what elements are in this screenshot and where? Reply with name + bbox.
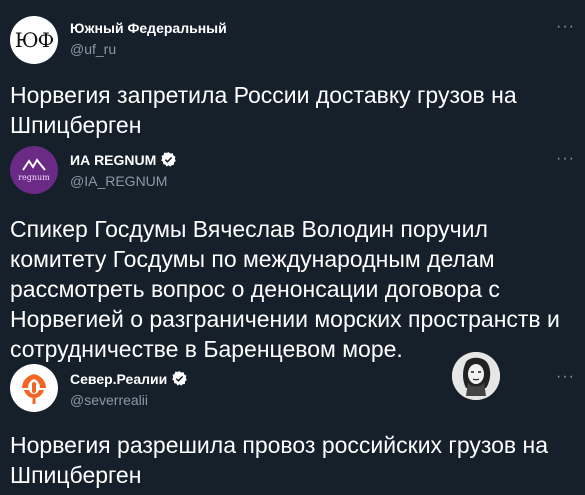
author-handle[interactable]: @IA_REGNUM (70, 173, 167, 189)
tweet-text: Спикер Госдумы Вячеслав Володин поручил … (10, 216, 560, 362)
author-handle[interactable]: @severrealii (70, 392, 148, 408)
regnum-logo-icon (22, 158, 46, 171)
avatar-uf[interactable]: ЮФ (10, 16, 58, 64)
more-options-icon[interactable]: ··· (556, 368, 575, 386)
microphone-logo-icon (22, 374, 46, 404)
author-name-line: ИА REGNUM (70, 151, 177, 168)
portrait-avatar[interactable] (452, 352, 500, 400)
author-name[interactable]: Южный Федеральный (70, 20, 227, 36)
author-name[interactable]: Север.Реалии (70, 371, 167, 387)
tweet-text: Норвегия запретила России доставку грузо… (10, 82, 517, 138)
tweet-uf[interactable]: ЮФ Южный Федеральный @uf_ru ··· Норвегия… (0, 0, 585, 140)
avatar-sever[interactable] (10, 364, 58, 412)
tweet-text: Норвегия разрешила провоз российских гру… (10, 432, 549, 488)
avatar-regnum-text: regnum (18, 173, 50, 182)
author-name[interactable]: ИА REGNUM (70, 152, 156, 168)
more-options-icon[interactable]: ··· (556, 18, 575, 36)
tweet-regnum[interactable]: regnum ИА REGNUM @IA_REGNUM ··· Спикер Г… (0, 140, 585, 362)
verified-badge-icon (172, 371, 188, 386)
author-handle[interactable]: @uf_ru (70, 41, 116, 57)
verified-badge-icon (161, 152, 177, 167)
author-name-line: Южный Федеральный (70, 20, 227, 36)
avatar-uf-text: ЮФ (14, 28, 54, 52)
more-options-icon[interactable]: ··· (556, 150, 575, 168)
avatar-regnum[interactable]: regnum (10, 146, 58, 194)
portrait-illustration-icon (452, 352, 500, 400)
author-name-line: Север.Реалии (70, 370, 188, 387)
